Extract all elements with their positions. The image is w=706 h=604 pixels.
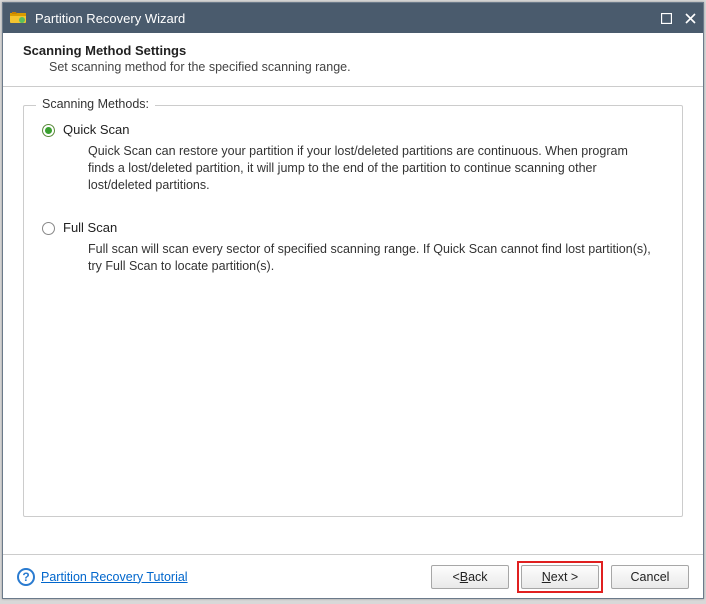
maximize-icon[interactable]: [659, 11, 673, 25]
help-link[interactable]: ? Partition Recovery Tutorial: [17, 568, 188, 586]
scanning-methods-group: Scanning Methods: Quick Scan Quick Scan …: [23, 105, 683, 517]
option-desc-full-scan: Full scan will scan every sector of spec…: [88, 241, 656, 275]
radio-quick-scan[interactable]: [42, 124, 55, 137]
option-full-scan[interactable]: Full Scan: [42, 220, 664, 235]
window-controls: [659, 11, 697, 25]
option-label: Quick Scan: [63, 122, 129, 137]
next-button-highlight: Next >: [517, 561, 603, 593]
content-area: Scanning Method Settings Set scanning me…: [3, 33, 703, 598]
back-button[interactable]: < Back: [431, 565, 509, 589]
option-quick-scan[interactable]: Quick Scan: [42, 122, 664, 137]
app-icon: [9, 9, 27, 27]
help-icon: ?: [17, 568, 35, 586]
page-header: Scanning Method Settings Set scanning me…: [3, 33, 703, 87]
footer-bar: ? Partition Recovery Tutorial < Back Nex…: [3, 554, 703, 598]
page-title: Scanning Method Settings: [23, 43, 683, 58]
help-link-text: Partition Recovery Tutorial: [41, 570, 188, 584]
option-label: Full Scan: [63, 220, 117, 235]
cancel-button[interactable]: Cancel: [611, 565, 689, 589]
page-subtitle: Set scanning method for the specified sc…: [49, 58, 683, 74]
group-legend: Scanning Methods:: [36, 97, 155, 111]
close-icon[interactable]: [683, 11, 697, 25]
next-button[interactable]: Next >: [521, 565, 599, 589]
titlebar: Partition Recovery Wizard: [3, 3, 703, 33]
option-desc-quick-scan: Quick Scan can restore your partition if…: [88, 143, 656, 194]
window-title: Partition Recovery Wizard: [35, 11, 659, 26]
radio-full-scan[interactable]: [42, 222, 55, 235]
wizard-window: Partition Recovery Wizard Scanning Metho…: [2, 2, 704, 599]
